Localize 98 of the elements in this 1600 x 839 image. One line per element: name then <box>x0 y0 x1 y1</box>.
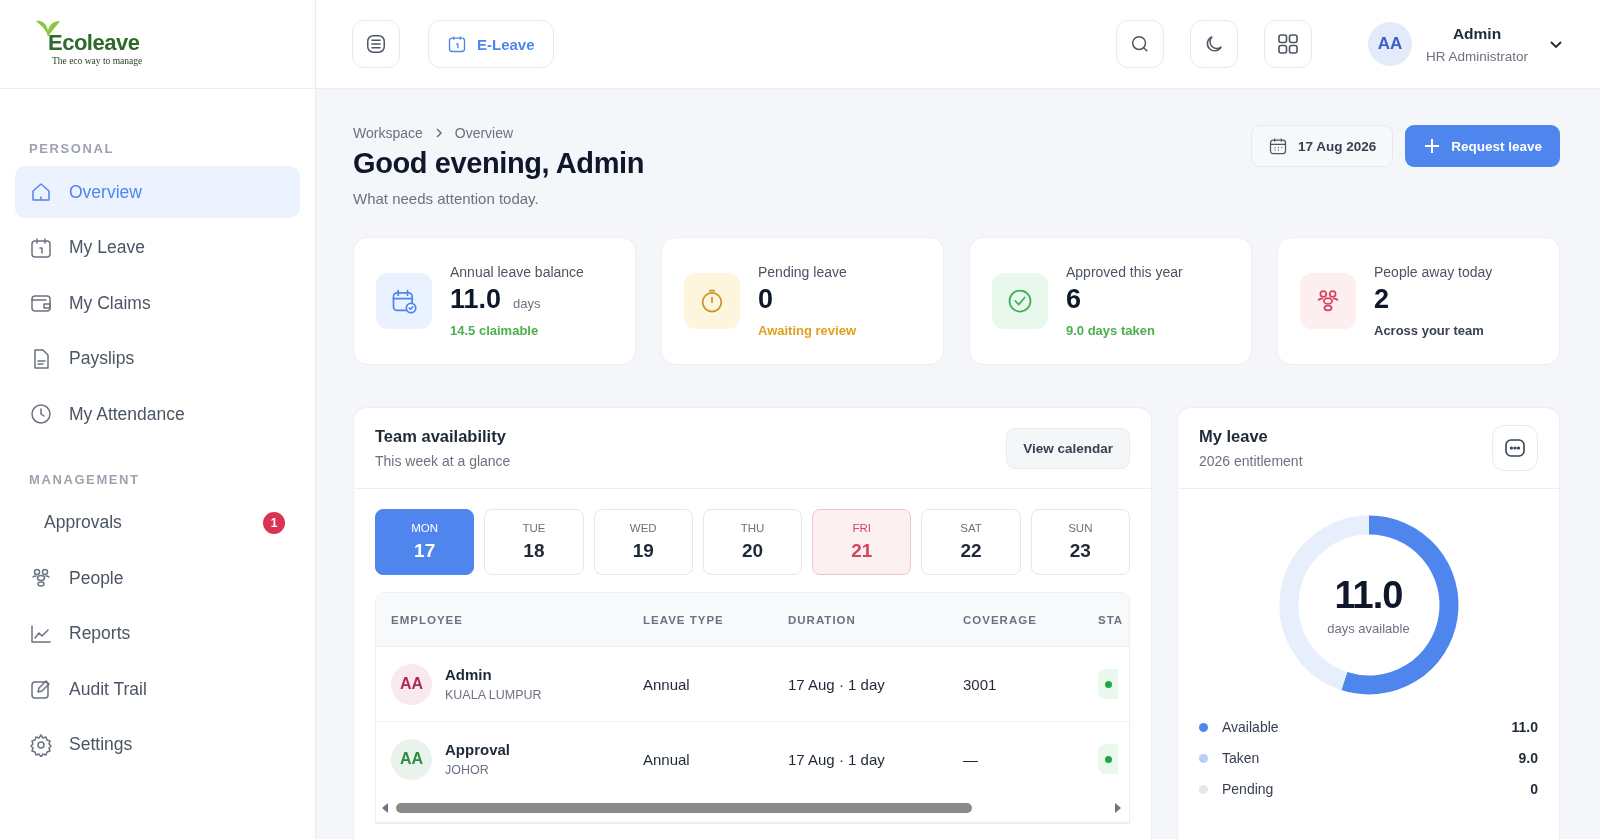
employee-avatar: AA <box>391 663 432 705</box>
day-tab[interactable]: TUE 18 <box>484 509 584 575</box>
sidebar-item[interactable]: My Attendance <box>15 388 300 440</box>
view-calendar-button[interactable]: View calendar <box>1006 427 1130 469</box>
donut-value: 11.0 <box>1334 574 1403 617</box>
day-tab[interactable]: SAT 22 <box>921 509 1021 575</box>
logo-wordmark: Ecoleave <box>48 30 140 56</box>
edit-icon <box>29 677 53 701</box>
grid-icon <box>1275 32 1300 56</box>
home-icon <box>29 180 53 204</box>
date-button[interactable]: 17 Aug 2026 <box>1250 125 1394 167</box>
search-button[interactable] <box>1115 20 1164 68</box>
column-header: STA <box>1098 593 1129 647</box>
column-header: COVERAGE <box>962 593 1098 647</box>
table-cell: Annual <box>643 750 690 768</box>
stat-note: 9.0 days taken <box>1066 323 1156 338</box>
breadcrumb-item[interactable]: Workspace <box>353 125 423 141</box>
stat-label: Approved this year <box>1066 264 1183 280</box>
legend-value: 0 <box>1530 781 1538 797</box>
apps-button[interactable] <box>1263 20 1312 68</box>
plus-icon <box>1423 137 1442 155</box>
column-header: EMPLOYEE <box>376 593 642 647</box>
scroll-left-icon[interactable] <box>380 802 390 814</box>
legend-value: 9.0 <box>1518 750 1538 766</box>
donut-label: days available <box>1327 621 1410 636</box>
card-subtitle: 2026 entitlement <box>1199 453 1303 469</box>
column-header: DURATION <box>787 593 962 647</box>
stat-label: People away today <box>1374 264 1493 280</box>
scrollbar-thumb[interactable] <box>396 803 972 813</box>
legend-label: Taken <box>1222 750 1261 766</box>
status-dot <box>1104 680 1112 688</box>
day-tab[interactable]: SUN 23 <box>1030 509 1130 575</box>
module-button[interactable]: E-Leave <box>428 20 554 68</box>
day-tab[interactable]: WED 19 <box>593 509 693 575</box>
menu-icon <box>365 33 387 55</box>
sidebar-item[interactable]: Approvals 1 <box>15 496 300 549</box>
calendar-icon <box>447 34 467 54</box>
stat-label: Pending leave <box>758 264 848 280</box>
request-leave-button[interactable]: Request leave <box>1405 125 1560 167</box>
gear-icon <box>29 732 53 757</box>
day-tab[interactable]: THU 20 <box>702 509 803 575</box>
employee-name: Approval <box>445 741 510 758</box>
table-cell: — <box>963 750 978 768</box>
count-badge: 1 <box>263 511 285 534</box>
sidebar-item[interactable]: Audit Trail <box>15 663 300 715</box>
user-avatar[interactable]: AA <box>1367 22 1412 66</box>
user-role: HR Administrator <box>1425 48 1528 64</box>
sidebar-item[interactable]: My Claims <box>15 277 300 329</box>
scroll-right-icon[interactable] <box>1113 802 1123 814</box>
employee-avatar: AA <box>391 738 432 780</box>
calendar-icon <box>29 235 53 260</box>
stat-value: 2 <box>1374 284 1390 315</box>
stat-value: 11.0 <box>450 284 502 315</box>
column-header: LEAVE TYPE <box>642 593 787 647</box>
more-icon <box>1503 436 1527 460</box>
card-title: Team availability <box>375 427 507 446</box>
stat-note: Awaiting review <box>758 323 856 338</box>
table-cell: 17 Aug · 1 day <box>788 675 885 693</box>
stat-note: 14.5 claimable <box>450 323 540 338</box>
day-tab[interactable]: FRI 21 <box>812 509 912 575</box>
table-cell: 17 Aug · 1 day <box>788 750 885 768</box>
calendar-check-icon <box>390 287 418 315</box>
table-cell: Annual <box>643 675 690 693</box>
calendar-icon <box>1267 136 1288 156</box>
legend-label: Available <box>1222 719 1280 735</box>
people-icon <box>29 566 53 590</box>
legend-value: 11.0 <box>1511 719 1538 735</box>
day-tab[interactable]: MON 17 <box>375 509 475 575</box>
employee-location: JOHOR <box>445 763 490 777</box>
card-title: My leave <box>1199 427 1269 446</box>
menu-button[interactable] <box>352 20 400 68</box>
sidebar-item[interactable]: Payslips <box>15 332 300 385</box>
logo-tagline: The eco way to manage <box>52 56 143 66</box>
status-dot <box>1104 755 1112 763</box>
legend-label: Pending <box>1222 781 1275 797</box>
sidebar-item[interactable]: Settings <box>15 718 300 771</box>
sidebar-item[interactable]: People <box>15 552 300 604</box>
section-label: PERSONAL <box>28 140 116 158</box>
page-title: Good evening, Admin <box>353 147 644 180</box>
more-button[interactable] <box>1492 425 1538 471</box>
check-icon <box>1006 287 1034 315</box>
sidebar-item[interactable]: My Leave <box>15 221 300 274</box>
sidebar-item[interactable]: Reports <box>15 607 300 660</box>
clock-icon <box>29 402 53 426</box>
stat-note: Across your team <box>1374 323 1485 338</box>
section-label: MANAGEMENT <box>28 470 141 489</box>
stat-value: 0 <box>758 284 774 315</box>
table-cell: 3001 <box>963 675 997 693</box>
stat-unit: days <box>513 296 541 311</box>
employee-location: KUALA LUMPUR <box>445 688 542 702</box>
user-name: Admin <box>1452 24 1502 43</box>
employee-name: Admin <box>445 666 493 683</box>
card-subtitle: This week at a glance <box>375 453 511 469</box>
stat-label: Annual leave balance <box>450 264 584 280</box>
theme-button[interactable] <box>1189 20 1238 68</box>
breadcrumb-item: Overview <box>454 125 514 141</box>
stat-value: 6 <box>1066 284 1082 315</box>
page-subtitle: What needs attention today. <box>353 190 540 207</box>
